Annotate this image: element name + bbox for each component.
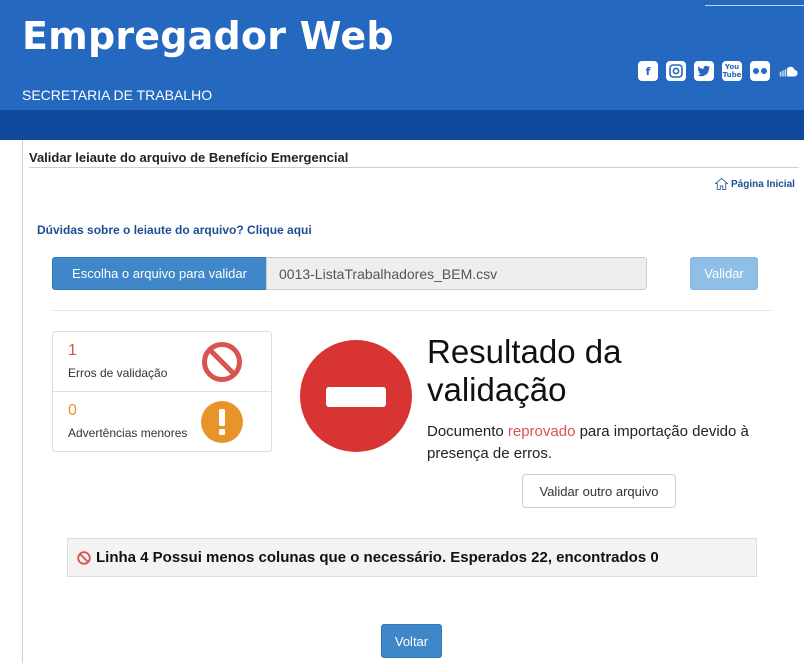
validate-button[interactable]: Validar bbox=[690, 257, 758, 290]
app-subtitle: SECRETARIA DE TRABALHO bbox=[22, 87, 213, 103]
app-title: Empregador Web bbox=[22, 14, 394, 58]
home-link[interactable]: Página Inicial bbox=[715, 178, 795, 190]
section-divider bbox=[52, 310, 772, 311]
error-icon bbox=[77, 550, 91, 565]
result-text-before: Documento bbox=[427, 423, 508, 440]
validation-stats: 1 Erros de validação 0 Advertências meno… bbox=[52, 331, 272, 452]
header-divider bbox=[705, 5, 804, 6]
youtube-icon[interactable]: You Tube bbox=[722, 61, 742, 81]
home-icon bbox=[715, 178, 728, 190]
youtube-label-top: You bbox=[724, 63, 740, 71]
warnings-stat: 0 Advertências menores bbox=[53, 392, 271, 452]
result-message: Documento reprovado para importação devi… bbox=[427, 421, 787, 465]
flickr-icon[interactable] bbox=[750, 61, 770, 81]
home-link-label: Página Inicial bbox=[731, 178, 795, 190]
title-divider bbox=[29, 167, 799, 168]
prohibited-icon bbox=[202, 342, 242, 382]
error-message-text: Linha 4 Possui menos colunas que o neces… bbox=[96, 549, 659, 566]
soundcloud-icon[interactable] bbox=[778, 61, 798, 81]
result-status: reprovado bbox=[507, 423, 576, 440]
site-header: Empregador Web SECRETARIA DE TRABALHO f … bbox=[0, 0, 804, 110]
back-button[interactable]: Voltar bbox=[381, 624, 442, 658]
error-message-box: Linha 4 Possui menos colunas que o neces… bbox=[67, 538, 757, 577]
instagram-icon[interactable] bbox=[666, 61, 686, 81]
exclamation-icon bbox=[201, 401, 243, 443]
validate-other-file-button[interactable]: Validar outro arquivo bbox=[522, 474, 676, 508]
social-links: f You Tube bbox=[638, 61, 798, 81]
warnings-count: 0 bbox=[68, 402, 77, 419]
file-name-field[interactable]: 0013-ListaTrabalhadores_BEM.csv bbox=[266, 257, 647, 290]
errors-label: Erros de validação bbox=[68, 366, 168, 380]
result-title: Resultado da validação bbox=[427, 333, 622, 408]
twitter-icon[interactable] bbox=[694, 61, 714, 81]
youtube-label-bottom: Tube bbox=[722, 71, 742, 79]
result-stop-icon bbox=[300, 340, 412, 452]
errors-count: 1 bbox=[68, 342, 77, 359]
layout-help-link[interactable]: Dúvidas sobre o leiaute do arquivo? Cliq… bbox=[37, 223, 312, 237]
errors-stat: 1 Erros de validação bbox=[53, 332, 271, 392]
validation-panel: Validar leiaute do arquivo de Benefício … bbox=[22, 140, 804, 663]
page-title: Validar leiaute do arquivo de Benefício … bbox=[29, 150, 349, 165]
facebook-icon[interactable]: f bbox=[638, 61, 658, 81]
header-band bbox=[0, 110, 804, 140]
choose-file-button[interactable]: Escolha o arquivo para validar bbox=[52, 257, 267, 290]
warnings-label: Advertências menores bbox=[68, 426, 188, 440]
